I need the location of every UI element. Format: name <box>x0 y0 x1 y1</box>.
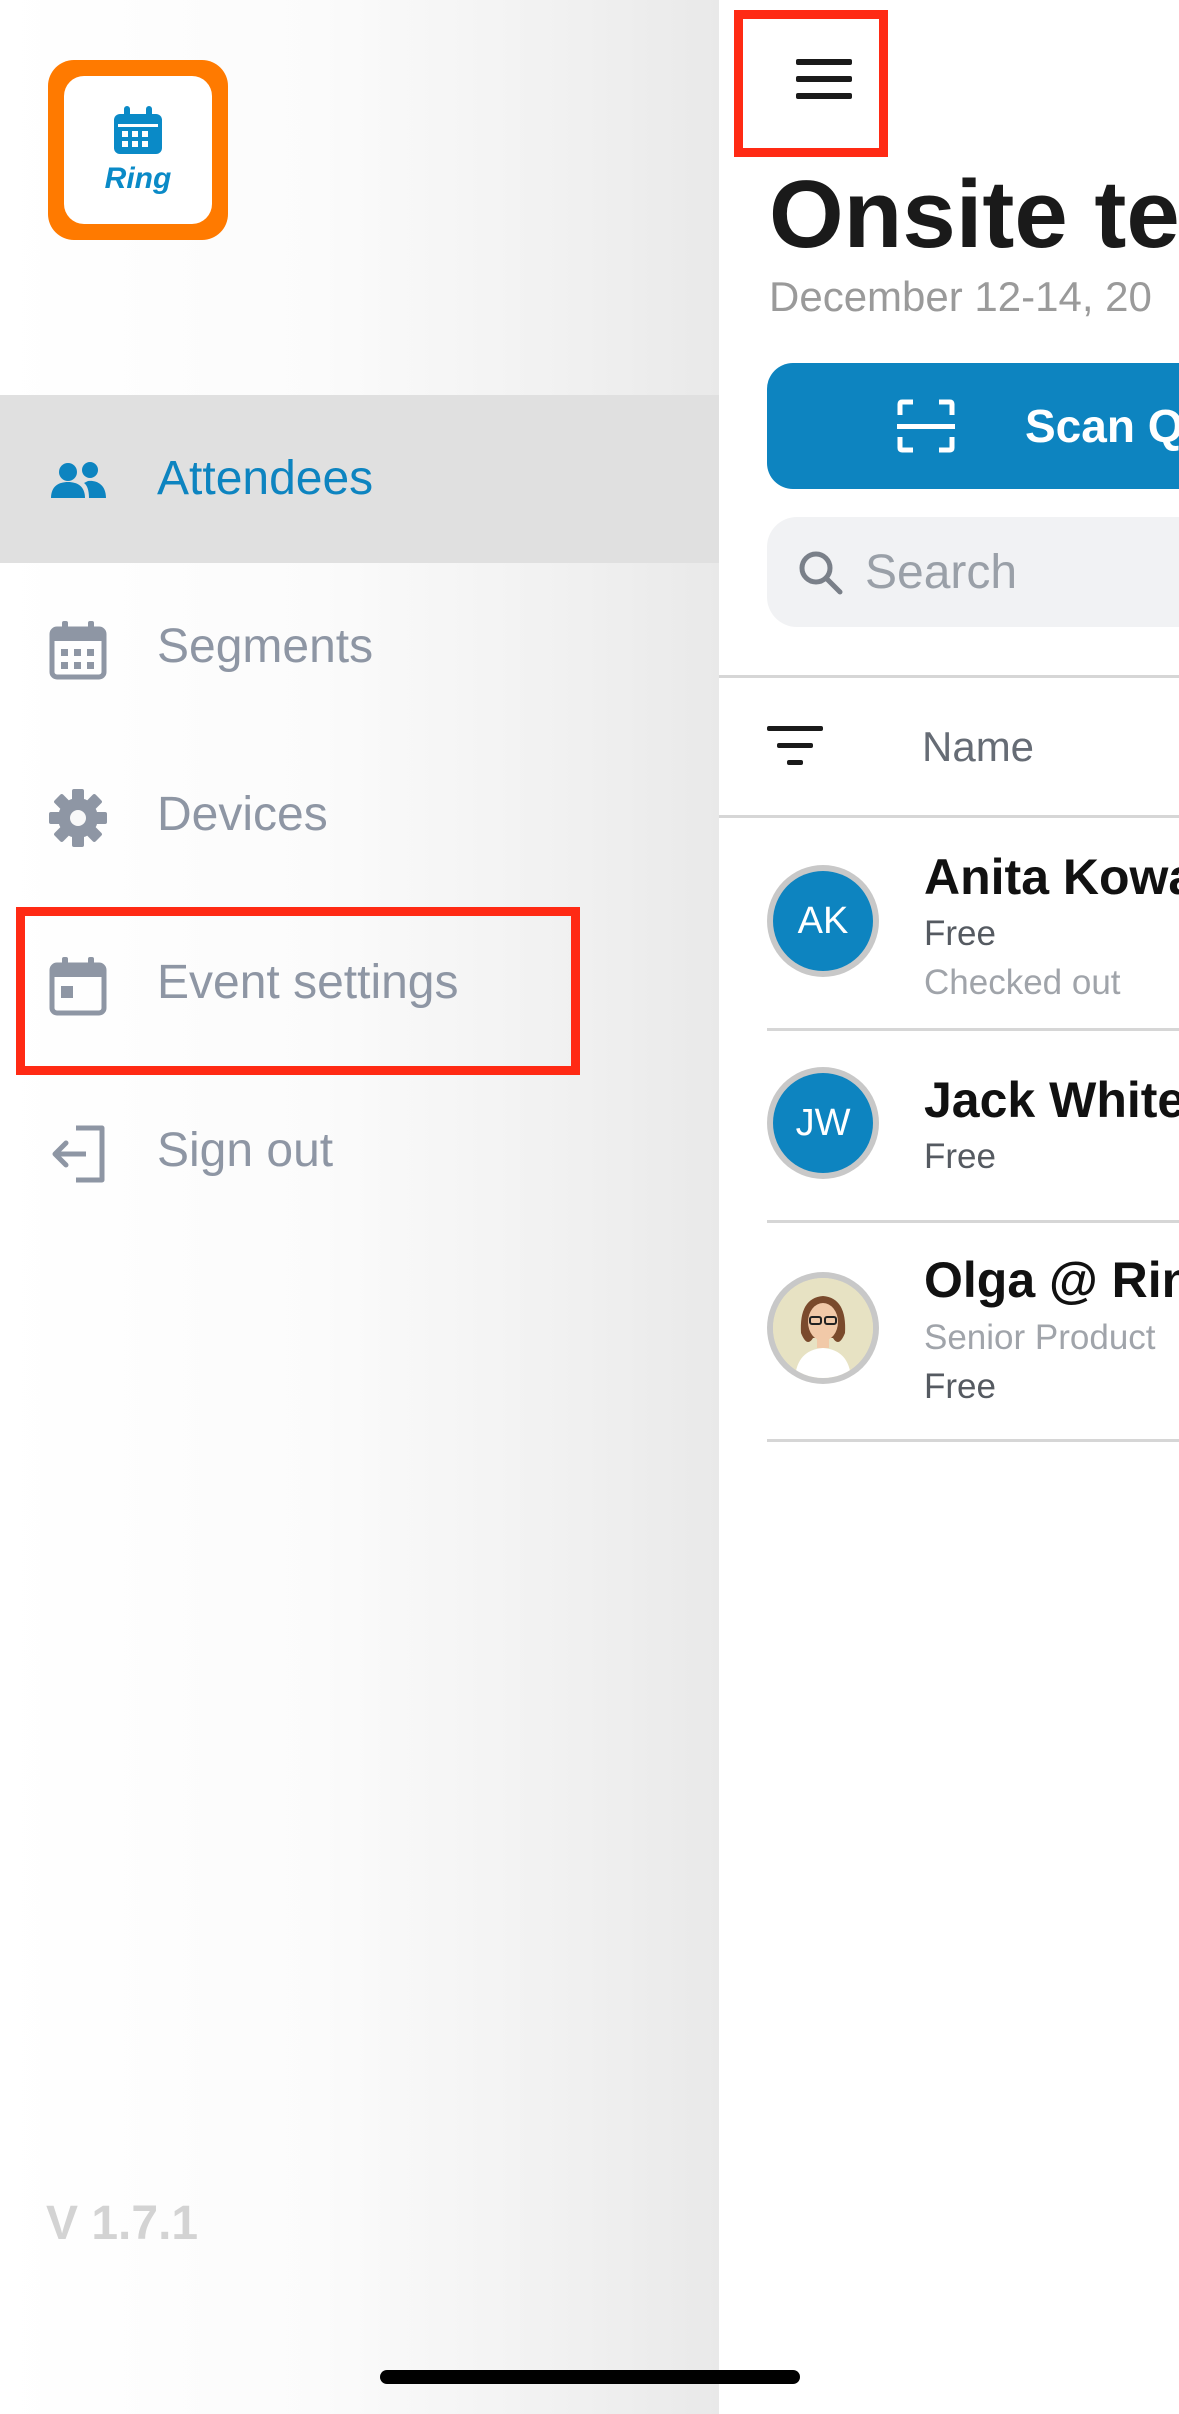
screen: Ring Attendees Segments Devices Event se… <box>0 0 1179 2414</box>
attendee-name: Olga @ Rin <box>924 1252 1179 1308</box>
divider <box>767 1439 1179 1442</box>
avatar-initials: AK <box>773 871 873 971</box>
name-column-header[interactable]: Name <box>922 678 1034 816</box>
sidebar-item-devices[interactable]: Devices <box>0 731 719 899</box>
calendar-logo-icon <box>114 106 162 154</box>
scan-qr-button[interactable]: Scan QR <box>767 363 1179 489</box>
filter-icon[interactable] <box>767 724 823 768</box>
qr-scan-icon <box>897 399 955 453</box>
app-logo-text: Ring <box>104 162 172 195</box>
attendee-ticket: Free <box>924 1137 996 1176</box>
avatar: JW <box>767 1067 879 1179</box>
sidebar-item-event-settings[interactable]: Event settings <box>0 899 719 1067</box>
main-panel: Onsite te December 12-14, 20 Scan QR <box>719 0 1179 2414</box>
sidebar-item-segments[interactable]: Segments <box>0 563 719 731</box>
attendee-job-title: Senior Product <box>924 1318 1156 1357</box>
attendee-name: Anita Kowa <box>924 849 1179 905</box>
app-version: V 1.7.1 <box>46 2197 199 2250</box>
avatar <box>767 1272 879 1384</box>
sidebar-item-label: Sign out <box>157 1124 334 1177</box>
attendee-row[interactable]: AK Anita Kowa Free Checked out <box>719 818 1179 1030</box>
avatar-photo <box>773 1278 873 1378</box>
home-indicator <box>380 2370 800 2384</box>
calendar-grid-icon <box>49 621 107 680</box>
attendee-name: Jack White <box>924 1072 1179 1128</box>
scan-qr-label: Scan QR <box>1025 400 1179 452</box>
sidebar-item-sign-out[interactable]: Sign out <box>0 1067 719 1235</box>
app-logo: Ring <box>48 60 228 240</box>
attendee-ticket: Free <box>924 1367 996 1406</box>
avatar-initials: JW <box>773 1073 873 1173</box>
calendar-icon <box>49 957 107 1016</box>
people-icon <box>51 462 106 498</box>
gear-icon <box>49 789 107 847</box>
attendee-status: Checked out <box>924 963 1121 1002</box>
list-header: Name <box>719 678 1179 816</box>
attendee-ticket: Free <box>924 914 996 953</box>
sign-out-icon <box>52 1125 105 1183</box>
sidebar-item-attendees[interactable]: Attendees <box>0 395 719 563</box>
event-date: December 12-14, 20 <box>769 273 1152 320</box>
search-input[interactable] <box>865 517 1179 627</box>
search-icon <box>799 551 843 595</box>
attendee-row[interactable]: JW Jack White Free <box>719 1031 1179 1221</box>
avatar: AK <box>767 865 879 977</box>
person-photo-icon <box>773 1278 873 1378</box>
search-bar <box>767 517 1179 627</box>
navigation-drawer: Ring Attendees Segments Devices Event se… <box>0 0 719 2414</box>
sidebar-item-label: Attendees <box>157 452 374 505</box>
page-title: Onsite te <box>769 161 1179 268</box>
attendee-row[interactable]: Olga @ Rin Senior Product Free <box>719 1223 1179 1441</box>
app-logo-tile: Ring <box>64 76 212 224</box>
sidebar-item-label: Segments <box>157 620 374 673</box>
hamburger-menu-icon[interactable] <box>779 34 869 124</box>
sidebar-item-label: Devices <box>157 788 328 841</box>
sidebar-item-label: Event settings <box>157 956 459 1009</box>
